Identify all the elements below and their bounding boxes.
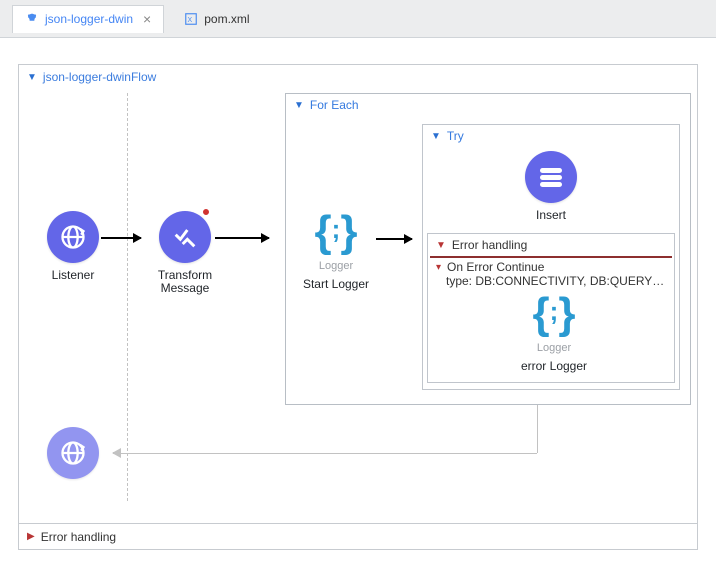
http-listener-icon — [47, 211, 99, 263]
collapse-icon[interactable]: ▼ — [294, 100, 304, 111]
foreach-header[interactable]: ▼ For Each — [286, 94, 690, 116]
collapse-icon[interactable]: ▾ — [436, 262, 441, 273]
xml-icon: X — [184, 12, 198, 26]
logger-icon: {;} — [315, 210, 358, 254]
foreach-scope[interactable]: ▼ For Each {;} Logger Start Logger ▼ Try — [285, 93, 691, 405]
start-logger-label: Start Logger — [303, 278, 369, 291]
flow-name: json-logger-dwinFlow — [43, 70, 156, 84]
on-error-continue-header[interactable]: ▾ On Error Continue — [428, 258, 674, 274]
listener-label: Listener — [52, 269, 95, 282]
transform-node[interactable]: Transform Message — [145, 211, 225, 295]
collapse-icon[interactable]: ▼ — [431, 131, 441, 142]
try-err-label: Error handling — [452, 238, 527, 252]
error-logger-node[interactable]: {;} Logger error Logger — [514, 292, 594, 373]
listener-node[interactable]: Listener — [33, 211, 113, 282]
try-err-header[interactable]: ▼ Error handling — [428, 234, 674, 256]
start-logger-node[interactable]: {;} Logger Start Logger — [296, 210, 376, 291]
source-divider — [127, 93, 128, 501]
flow-error-handling[interactable]: ▶ Error handling — [19, 523, 697, 549]
close-icon[interactable]: × — [143, 11, 151, 27]
try-label: Try — [447, 129, 464, 143]
try-scope[interactable]: ▼ Try Insert ▼ Error handl — [422, 124, 680, 390]
error-logger-sub: Logger — [537, 342, 571, 354]
insert-label: Insert — [536, 209, 566, 222]
collapse-icon[interactable]: ▼ — [27, 72, 37, 83]
expand-icon[interactable]: ▶ — [27, 531, 35, 542]
tab-pom-xml[interactable]: X pom.xml — [172, 5, 261, 33]
response-node[interactable] — [33, 427, 113, 479]
return-path — [537, 405, 538, 453]
try-header[interactable]: ▼ Try — [423, 125, 679, 147]
return-path — [117, 453, 537, 454]
return-arrow — [113, 452, 119, 454]
transform-label: Transform Message — [145, 269, 225, 295]
breakpoint-icon[interactable] — [201, 207, 211, 217]
http-response-icon — [47, 427, 99, 479]
tab-label: json-logger-dwin — [45, 12, 133, 26]
error-logger-label: error Logger — [521, 360, 587, 373]
arrow — [376, 238, 412, 240]
logger-icon: {;} — [533, 292, 576, 336]
arrow — [101, 237, 141, 239]
start-logger-sub: Logger — [319, 260, 353, 272]
error-type-label: type: DB:CONNECTIVITY, DB:QUERY_EXEC... — [428, 274, 674, 292]
collapse-icon[interactable]: ▼ — [436, 240, 446, 251]
svg-text:X: X — [188, 16, 193, 23]
foreach-label: For Each — [310, 98, 359, 112]
transform-icon — [159, 211, 211, 263]
mule-icon — [25, 12, 39, 26]
tab-label: pom.xml — [204, 12, 249, 26]
insert-node[interactable]: Insert — [511, 151, 591, 222]
arrow — [215, 237, 269, 239]
tab-bar: json-logger-dwin × X pom.xml — [0, 0, 716, 38]
try-error-handling[interactable]: ▼ Error handling ▾ On Error Continue typ… — [427, 233, 675, 383]
flow-canvas[interactable]: ▼ json-logger-dwinFlow Listener — [18, 64, 698, 550]
tab-json-logger-dwin[interactable]: json-logger-dwin × — [12, 5, 164, 33]
on-error-continue-label: On Error Continue — [447, 260, 544, 274]
flow-error-label: Error handling — [41, 530, 116, 544]
flow-header[interactable]: ▼ json-logger-dwinFlow — [19, 65, 697, 89]
db-insert-icon — [525, 151, 577, 203]
